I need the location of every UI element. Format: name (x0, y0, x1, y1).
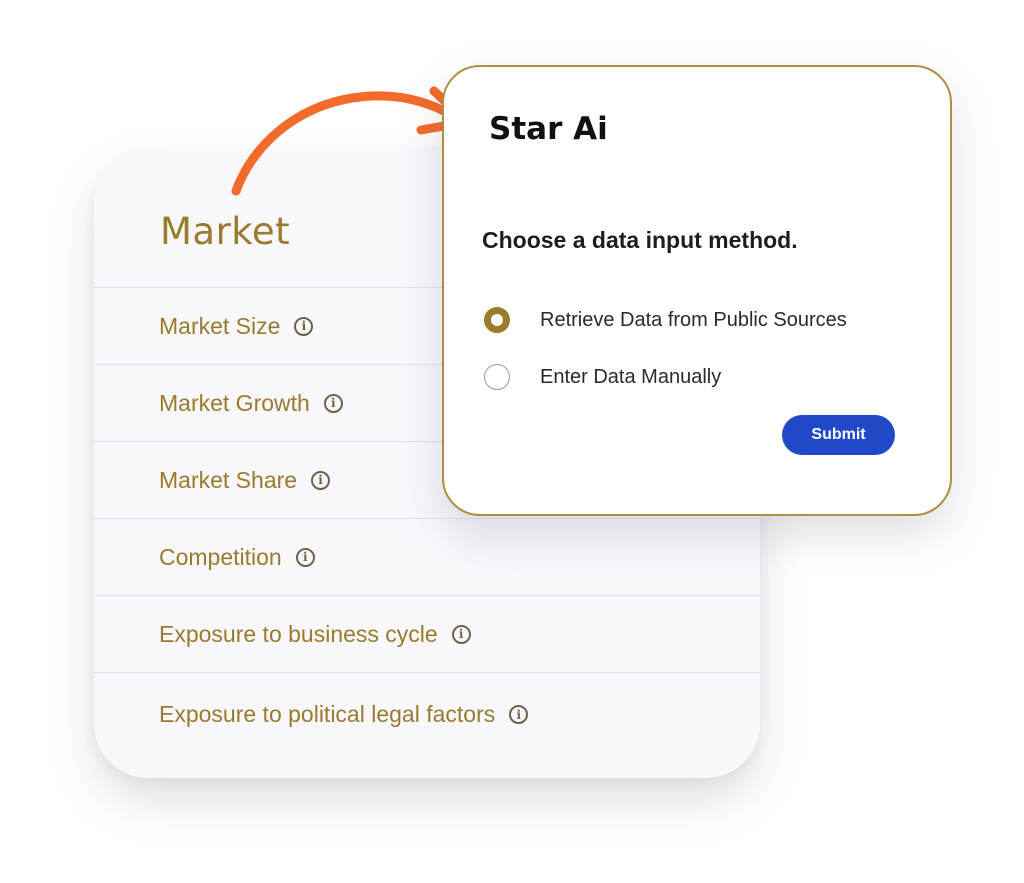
market-row-label: Competition (159, 543, 282, 570)
market-row-label: Exposure to business cycle (159, 620, 438, 647)
radio-checked-icon[interactable] (484, 307, 510, 333)
star-ai-dialog: Star Ai Choose a data input method. Retr… (442, 65, 952, 516)
submit-button[interactable]: Submit (782, 415, 895, 455)
dialog-title: Star Ai (489, 111, 608, 147)
info-icon[interactable]: i (509, 705, 529, 724)
radio-unchecked-icon[interactable] (484, 364, 510, 390)
market-title: Market (160, 210, 291, 253)
market-row-label: Market Growth (159, 389, 310, 416)
option-label: Enter Data Manually (540, 365, 722, 388)
dialog-question: Choose a data input method. (482, 227, 798, 253)
market-row-label: Exposure to political legal factors (159, 701, 496, 727)
info-icon[interactable]: i (451, 624, 471, 644)
market-row-label: Market Size (159, 312, 281, 339)
option-retrieve-public-sources[interactable]: Retrieve Data from Public Sources (484, 307, 847, 333)
info-icon[interactable]: i (295, 547, 315, 567)
option-label: Retrieve Data from Public Sources (540, 308, 847, 331)
market-row-exposure-business-cycle[interactable]: Exposure to business cycle i (94, 595, 760, 672)
market-row-exposure-political-legal[interactable]: Exposure to political legal factors i (94, 672, 760, 762)
market-row-label: Market Share (159, 466, 298, 493)
option-enter-manually[interactable]: Enter Data Manually (484, 364, 721, 390)
info-icon[interactable]: i (323, 393, 343, 413)
info-icon[interactable]: i (311, 470, 331, 490)
info-icon[interactable]: i (294, 316, 314, 336)
market-row-competition[interactable]: Competition i (94, 518, 760, 595)
